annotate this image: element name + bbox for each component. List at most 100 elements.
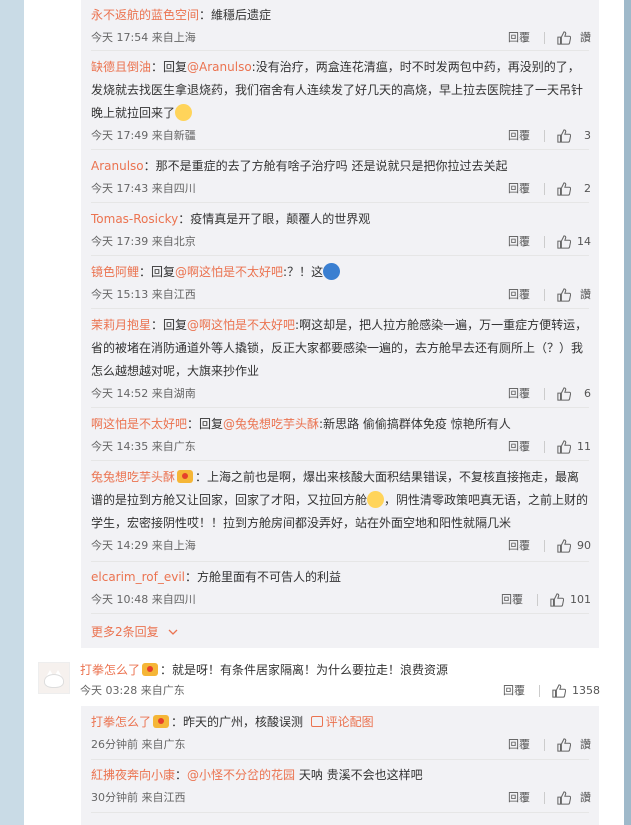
like-button[interactable]: 讚: [557, 736, 591, 754]
username-link[interactable]: 永不返航的蓝色空间: [91, 8, 199, 22]
reply-item: 茉莉月抱星：回复@啊这怕是不太好吧:啊这却是，把人拉方舱感染一遍，万一重症方便转…: [91, 314, 591, 403]
thumbs-up-icon: [557, 440, 571, 454]
username-link[interactable]: 茉莉月抱星: [91, 318, 151, 332]
thumbs-up-icon: [557, 235, 571, 249]
timestamp: 26分钟前 来自广东: [91, 738, 186, 751]
mention-link[interactable]: @啊这怕是不太好吧: [175, 265, 283, 279]
thumbs-up-icon: [557, 31, 571, 45]
like-button[interactable]: 讚: [557, 29, 591, 47]
timestamp: 今天 17:43 来自四川: [91, 182, 196, 195]
mention-link[interactable]: @小怪不分岔的花园: [187, 768, 295, 782]
like-button[interactable]: 讚: [557, 789, 591, 807]
reply-item: 兔兔想吃芋头酥 ：上海之前也是啊，爆出来核酸大面积结果错误，不复核直接拖走，最离谱…: [91, 466, 591, 555]
mention-link[interactable]: @兔兔想吃芋头酥: [223, 417, 319, 431]
picture-link-icon: [310, 716, 323, 727]
comment-text: ：就是呀！有条件居家隔离！为什么要拉走！浪费资源: [160, 663, 449, 677]
user-badge-icon: [153, 715, 170, 728]
username-link[interactable]: Aranulso: [91, 159, 144, 173]
user-badge-icon: [177, 470, 194, 483]
reply-text: ：疫情真是开了眼，颠覆人的世界观: [178, 212, 371, 226]
face-emoji-icon: [323, 263, 341, 280]
like-button[interactable]: 讚: [557, 286, 591, 304]
reply-button[interactable]: 回覆: [508, 736, 530, 754]
like-count: 2: [584, 182, 591, 195]
mention-link[interactable]: @啊这怕是不太好吧: [187, 318, 295, 332]
like-button[interactable]: 101: [550, 591, 591, 609]
like-count: 讚: [580, 791, 591, 804]
thumbs-up-icon: [552, 684, 566, 698]
like-count: 3: [584, 129, 591, 142]
timestamp: 30分钟前 来自江西: [91, 791, 186, 804]
face-emoji-icon: [175, 104, 193, 121]
like-count: 6: [584, 387, 591, 400]
thumbs-up-icon: [557, 791, 571, 805]
thumbs-up-icon: [550, 593, 564, 607]
reply-button[interactable]: 回覆: [508, 180, 530, 198]
username-link[interactable]: 缺德且倒油: [91, 60, 151, 74]
like-button[interactable]: 1358: [552, 682, 600, 700]
reply-item: Tomas-Rosicky：疫情真是开了眼，颠覆人的世界观 今天 17:39 来…: [91, 208, 591, 251]
thumbs-up-icon: [557, 288, 571, 302]
username-link[interactable]: Tomas-Rosicky: [91, 212, 178, 226]
more-replies-link[interactable]: 更多2条回复: [91, 623, 178, 640]
reply-item: 永不返航的蓝色空间：維穩后遗症 今天 17:54 来自上海 回覆 讚: [91, 4, 591, 47]
timestamp: 今天 17:54 来自上海: [91, 31, 196, 44]
like-count: 101: [570, 593, 591, 606]
reply-button[interactable]: 回覆: [508, 127, 530, 145]
reply-item: 缺德且倒油：回复@Aranulso:没有治疗，两盒连花清瘟，时不时发两包中药，再…: [91, 56, 591, 145]
like-button[interactable]: 11: [557, 438, 591, 456]
chevron-down-icon: [169, 629, 178, 635]
reply-button[interactable]: 回覆: [508, 438, 530, 456]
reply-item: 镜色阿鲤：回复@啊这怕是不太好吧:？！这 今天 15:13 来自江西 回覆 讚: [91, 261, 591, 304]
username-link[interactable]: 打拳怎么了: [91, 715, 151, 729]
user-badge-icon: [142, 663, 159, 676]
username-link[interactable]: elcarim_rof_evil: [91, 570, 185, 584]
like-button[interactable]: 2: [557, 180, 591, 198]
reply-text: :新思路 偷偷搞群体免疫 惊艳所有人: [319, 417, 511, 431]
reply-item: Aranulso：那不是重症的去了方舱有啥子治疗吗 还是说就只是把你拉过去关起 …: [91, 155, 591, 198]
timestamp: 今天 17:49 来自新疆: [91, 129, 196, 142]
timestamp: 今天 17:39 来自北京: [91, 235, 196, 248]
like-count: 讚: [580, 31, 591, 44]
username-link[interactable]: 兔兔想吃芋头酥: [91, 470, 175, 484]
reply-button[interactable]: 回覆: [501, 591, 523, 609]
comment-image-link[interactable]: 评论配图: [310, 715, 374, 729]
reply-button[interactable]: 回覆: [508, 789, 530, 807]
reply-button[interactable]: 回覆: [508, 385, 530, 403]
mention-link[interactable]: @Aranulso: [187, 60, 252, 74]
reply-button[interactable]: 回覆: [508, 29, 530, 47]
like-count: 1358: [572, 684, 600, 697]
scrollbar[interactable]: [624, 0, 631, 825]
reply-text: ：方舱里面有不可告人的利益: [185, 570, 342, 584]
comment-item: 打拳怎么了 ：就是呀！有条件居家隔离！为什么要拉走！浪费资源 今天 03:28 来…: [80, 658, 600, 700]
face-emoji-icon: [367, 491, 385, 508]
thumbs-up-icon: [557, 182, 571, 196]
reply-item: 打拳怎么了 ：昨天的广州，核酸误测 评论配图 26分钟前 来自广东 回覆 讚: [91, 711, 591, 754]
reply-item: 紅拂夜奔向小康：@小怪不分岔的花园 天呐 贵溪不会也这样吧 30分钟前 来自江西…: [91, 764, 591, 807]
reply-button[interactable]: 回覆: [508, 286, 530, 304]
like-button[interactable]: 14: [557, 233, 591, 251]
reply-text: ：那不是重症的去了方舱有啥子治疗吗 还是说就只是把你拉过去关起: [143, 159, 508, 173]
username-link[interactable]: 打拳怎么了: [80, 663, 140, 677]
timestamp: 今天 15:13 来自江西: [91, 288, 196, 301]
username-link[interactable]: 啊这怕是不太好吧: [91, 417, 187, 431]
like-button[interactable]: 90: [557, 537, 591, 555]
thumbs-up-icon: [557, 539, 571, 553]
username-link[interactable]: 紅拂夜奔向小康: [91, 768, 175, 782]
timestamp: 今天 14:29 来自上海: [91, 539, 196, 552]
like-count: 讚: [580, 738, 591, 751]
reply-text: :啊这却是，把人拉方舱感染一遍，万一重症方便转运，省的被堵在消防通道外等人撬锁，…: [91, 318, 588, 378]
like-button[interactable]: 3: [557, 127, 591, 145]
timestamp: 今天 14:52 来自湖南: [91, 387, 196, 400]
reply-item: 啊这怕是不太好吧：回复@兔兔想吃芋头酥:新思路 偷偷搞群体免疫 惊艳所有人 今天…: [91, 413, 591, 456]
reply-button[interactable]: 回覆: [508, 233, 530, 251]
like-button[interactable]: 6: [557, 385, 591, 403]
reply-text: :没有治疗，两盒连花清瘟，时不时发两包中药，再没别的了，发烧就去找医生拿退烧药，…: [91, 60, 584, 120]
reply-button[interactable]: 回覆: [508, 537, 530, 555]
thumbs-up-icon: [557, 387, 571, 401]
reply-button[interactable]: 回覆: [503, 682, 525, 700]
timestamp: 今天 03:28 来自广东: [80, 684, 185, 697]
avatar[interactable]: [38, 662, 70, 694]
username-link[interactable]: 镜色阿鲤: [91, 265, 139, 279]
reply-text: :？！这: [283, 265, 324, 279]
